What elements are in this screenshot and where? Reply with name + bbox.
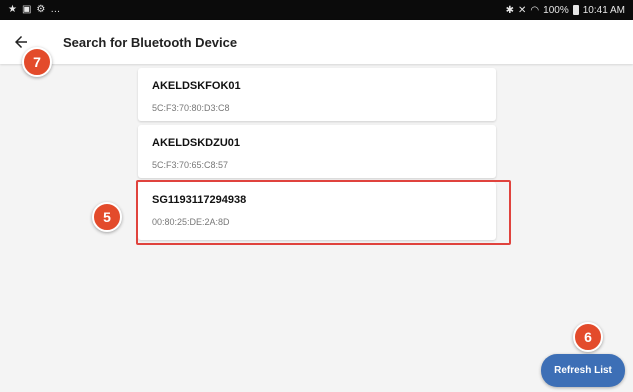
battery-icon [572,5,579,15]
wifi-icon: ◠ [530,4,540,16]
page-title: Search for Bluetooth Device [63,34,238,50]
image-icon: ▣ [21,4,32,15]
device-address: 00:80:25:DE:2A:8D [152,217,230,227]
device-name: AKELDSKFOK01 [152,80,241,92]
step-badge-7: 7 [22,47,52,77]
device-item[interactable]: AKELDSKDZU01 5C:F3:70:65:C8:57 [138,125,496,178]
device-item-selected[interactable]: SG1193117294938 00:80:25:DE:2A:8D [138,182,496,240]
device-address: 5C:F3:70:80:D3:C8 [152,103,230,113]
refresh-list-button[interactable]: Refresh List [541,354,625,387]
more-icon: … [50,4,61,15]
device-item[interactable]: AKELDSKFOK01 5C:F3:70:80:D3:C8 [138,68,496,121]
app-bar: Search for Bluetooth Device [0,20,633,64]
status-bar: ★ ▣ ⚙ … ✱ ✕ ◠ 100% 10:41 AM [0,0,633,20]
step-badge-6: 6 [573,322,603,352]
bluetooth-icon: ✱ [505,4,515,16]
arrow-left-icon [15,36,27,48]
battery-percent: 100% [543,4,569,16]
star-icon: ★ [8,4,17,15]
status-left-icons: ★ ▣ ⚙ … [8,5,60,15]
step-badge-5: 5 [92,202,122,232]
status-right: ✱ ✕ ◠ 100% 10:41 AM [506,5,625,16]
device-name: SG1193117294938 [152,194,247,206]
mute-icon: ✕ [518,4,527,16]
settings-icon: ⚙ [36,4,46,15]
clock: 10:41 AM [582,4,625,16]
device-address: 5C:F3:70:65:C8:57 [152,160,229,170]
device-list: AKELDSKFOK01 5C:F3:70:80:D3:C8 AKELDSKDZ… [138,68,496,240]
device-name: AKELDSKDZU01 [152,137,241,149]
